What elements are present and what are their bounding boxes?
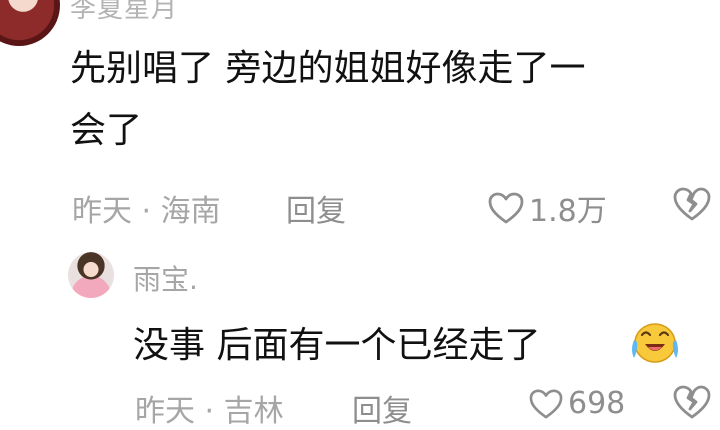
like-button[interactable]: 1.8万	[487, 186, 607, 230]
comment-text-line: 先别唱了 旁边的姐姐好像走了一	[70, 48, 586, 89]
avatar[interactable]	[68, 252, 114, 298]
avatar[interactable]	[0, 0, 60, 46]
dislike-button[interactable]	[672, 186, 712, 226]
comment-author[interactable]: 李夏星月	[70, 0, 178, 25]
comment-meta: 昨天 · 海南	[72, 194, 221, 229]
heart-icon	[528, 388, 564, 420]
laughing-tears-emoji-icon	[628, 318, 682, 366]
comment-meta: 昨天 · 吉林	[135, 394, 284, 429]
reply-button[interactable]: 回复	[286, 186, 346, 230]
comment-author[interactable]: 雨宝.	[133, 258, 198, 298]
dislike-button[interactable]	[672, 384, 712, 424]
comment-text: 没事 后面有一个已经走了	[133, 325, 541, 366]
like-button[interactable]: 698	[528, 386, 625, 421]
like-count: 698	[568, 386, 626, 421]
broken-heart-icon	[672, 385, 712, 424]
heart-icon	[487, 191, 525, 225]
like-count: 1.8万	[529, 194, 607, 229]
reply-button[interactable]: 回复	[352, 386, 412, 430]
broken-heart-icon	[672, 187, 712, 226]
comment-text-line: 会了	[70, 110, 143, 151]
